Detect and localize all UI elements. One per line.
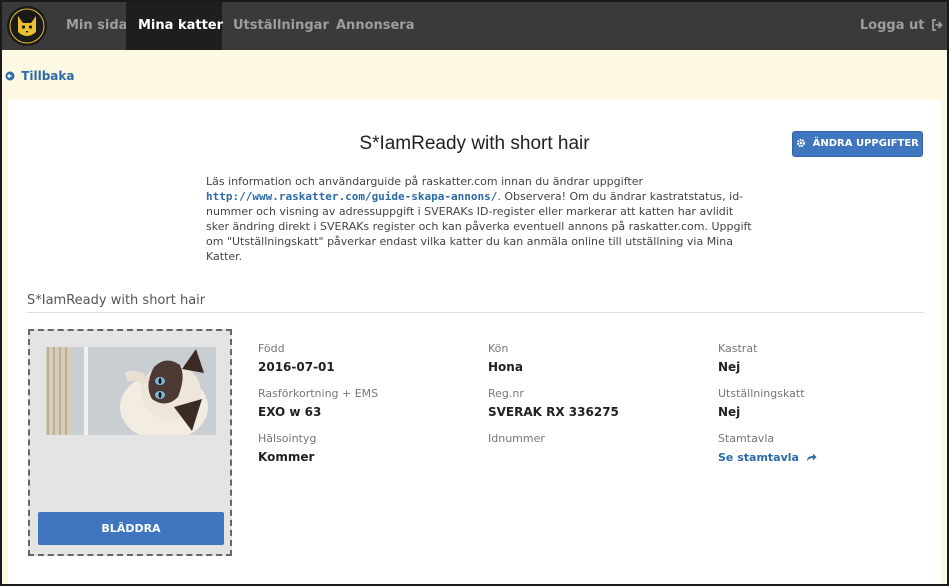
content-panel: S*IamReady with short hair ÄNDRA UPPGIFT…	[8, 100, 941, 584]
regnr-label: Reg.nr	[488, 387, 524, 400]
info-text: Läs information och användarguide på ras…	[206, 174, 754, 264]
showcat-label: Utställningskatt	[718, 387, 805, 400]
health-value: Kommer	[258, 450, 315, 464]
circle-arrow-left-icon	[5, 71, 15, 81]
neutered-value: Nej	[718, 360, 741, 374]
guide-link[interactable]: http://www.raskatter.com/guide-skapa-ann…	[206, 190, 497, 203]
sverak-logo[interactable]	[6, 4, 48, 48]
logout-label: Logga ut	[859, 18, 925, 33]
gear-icon	[797, 138, 806, 148]
back-bar: Tillbaka	[2, 50, 947, 100]
logout-icon	[932, 19, 943, 31]
regnr-value: SVERAK RX 336275	[488, 405, 619, 419]
logout-link[interactable]: Logga ut	[860, 2, 943, 50]
edit-details-label: ÄNDRA UPPGIFTER	[812, 138, 919, 149]
nav-utstallningar[interactable]: Utställningar	[221, 2, 341, 50]
pedigree-label: Stamtavla	[718, 432, 775, 445]
nav-mina-katter[interactable]: Mina katter	[126, 2, 223, 50]
nav-annonsera[interactable]: Annonsera	[324, 2, 427, 50]
edit-details-button[interactable]: ÄNDRA UPPGIFTER	[792, 131, 923, 157]
showcat-value: Nej	[718, 405, 741, 419]
top-navbar: Min sida Mina katter Utställningar Annon…	[2, 2, 947, 50]
born-label: Född	[258, 342, 285, 355]
breed-label: Rasförkortning + EMS	[258, 387, 379, 400]
neutered-label: Kastrat	[718, 342, 758, 355]
health-label: Hälsointyg	[258, 432, 317, 445]
breed-value: EXO w 63	[258, 405, 322, 419]
idnr-label: Idnummer	[488, 432, 545, 445]
section-title: S*IamReady with short hair	[27, 293, 206, 308]
section-divider	[27, 312, 924, 313]
sex-value: Hona	[488, 360, 523, 374]
share-arrow-icon	[806, 453, 817, 461]
app-frame: Min sida Mina katter Utställningar Annon…	[0, 0, 949, 586]
cat-photo	[46, 347, 216, 435]
pedigree-link[interactable]: Se stamtavla	[718, 451, 817, 464]
back-label: Tillbaka	[21, 69, 75, 83]
born-value: 2016-07-01	[258, 360, 335, 374]
info-intro: Läs information och användarguide på ras…	[206, 175, 643, 188]
sex-label: Kön	[488, 342, 509, 355]
image-upload-box[interactable]: BLÄDDRA	[28, 329, 232, 556]
browse-button[interactable]: BLÄDDRA	[38, 512, 224, 545]
pedigree-link-label: Se stamtavla	[718, 451, 799, 464]
back-link[interactable]: Tillbaka	[5, 69, 74, 83]
